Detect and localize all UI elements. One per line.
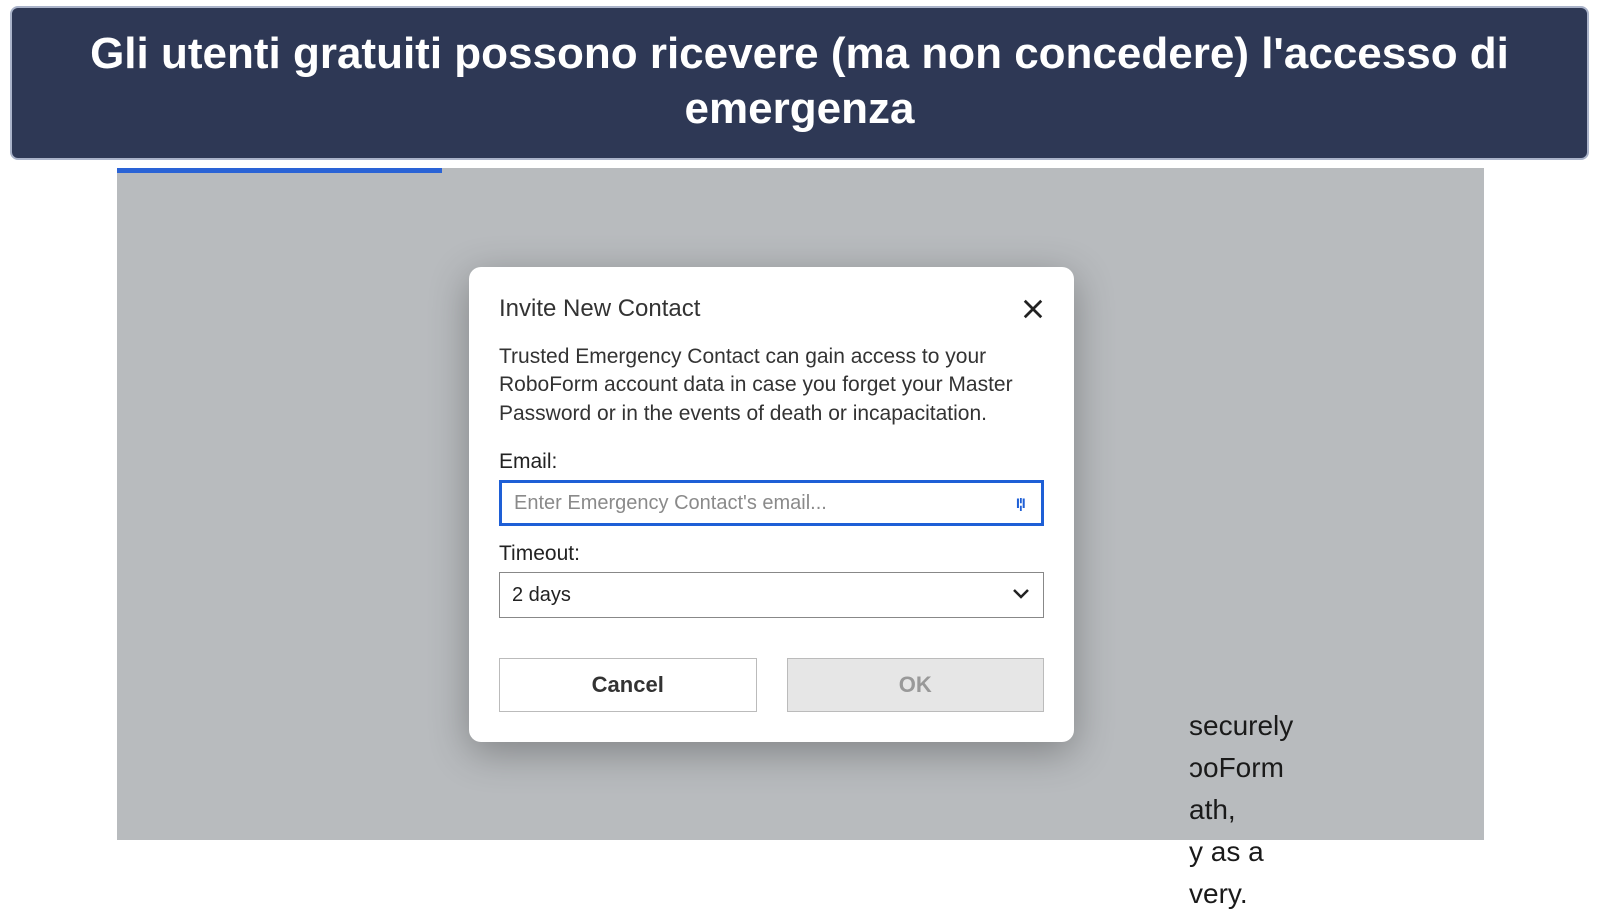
dialog-button-row: Cancel OK — [499, 658, 1044, 712]
timeout-select-wrapper: 2 days — [499, 572, 1044, 618]
background-text-fragment: securely — [1189, 705, 1293, 747]
close-icon[interactable] — [1022, 298, 1044, 320]
background-text-fragment: y as a — [1189, 831, 1264, 873]
dialog-description: Trusted Emergency Contact can gain acces… — [499, 343, 1044, 428]
ok-button[interactable]: OK — [787, 658, 1045, 712]
autofill-icon[interactable]: I¦I — [1016, 495, 1032, 511]
caption-banner: Gli utenti gratuiti possono ricevere (ma… — [10, 6, 1589, 160]
background-text-fragment: very. — [1189, 873, 1248, 915]
background-text-fragment: ath, — [1189, 789, 1236, 831]
background-text-fragment: ɔoForm — [1189, 747, 1284, 789]
timeout-select[interactable]: 2 days — [499, 572, 1044, 618]
timeout-label: Timeout: — [499, 542, 1044, 566]
cancel-button[interactable]: Cancel — [499, 658, 757, 712]
dialog-header: Invite New Contact — [499, 295, 1044, 323]
main-canvas: securely ɔoForm ath, y as a very. Invite… — [0, 0, 1599, 853]
email-label: Email: — [499, 450, 1044, 474]
email-input-wrapper: I¦I — [499, 480, 1044, 526]
dialog-title: Invite New Contact — [499, 295, 700, 323]
invite-contact-dialog: Invite New Contact Trusted Emergency Con… — [469, 267, 1074, 742]
email-input[interactable] — [499, 480, 1044, 526]
